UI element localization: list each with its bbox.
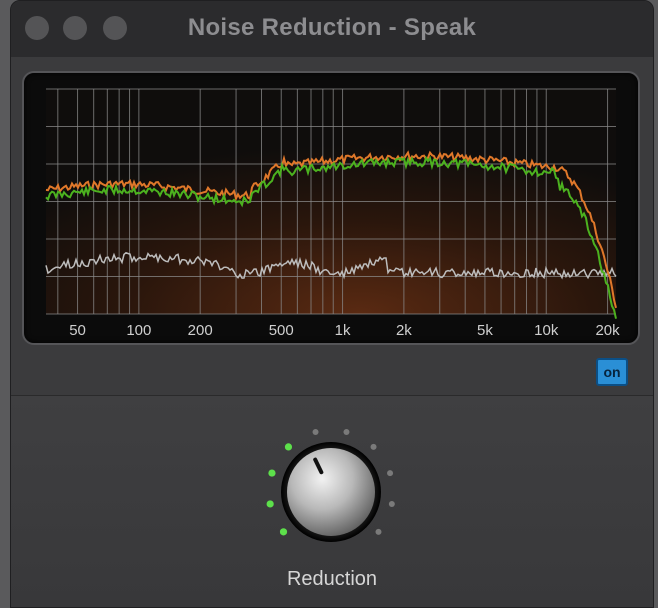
knob-led (268, 469, 276, 477)
frequency-tick-label: 200 (188, 322, 213, 339)
knob-led (387, 470, 394, 477)
plugin-window: Noise Reduction - Speak 50 100 200 500 1k 2k 5… (10, 0, 654, 608)
frequency-tick-label: 2k (396, 322, 412, 339)
reduction-label: Reduction (286, 568, 378, 590)
spectrum-graph: 50 100 200 500 1k 2k 5k 10k 20k (45, 88, 620, 339)
frequency-tick-label: 100 (126, 322, 151, 339)
knob-led (375, 528, 382, 535)
knob-led (279, 528, 288, 536)
spectrum-display: 50 100 200 500 1k 2k 5k 10k 20k (22, 71, 640, 345)
frequency-tick-label: 5k (477, 322, 493, 339)
knob-led (266, 500, 274, 508)
knob-led (343, 428, 350, 435)
knob-led (388, 500, 395, 507)
knob-led (284, 443, 293, 451)
on-toggle-button[interactable]: on (596, 358, 628, 386)
frequency-tick-label: 500 (269, 322, 294, 339)
reduction-knob-area (266, 428, 395, 542)
frequency-axis: 50 100 200 500 1k 2k 5k 10k 20k (69, 322, 620, 339)
frequency-tick-label: 1k (335, 322, 351, 339)
knob-led (370, 443, 377, 450)
window-title: Noise Reduction - Speak (187, 14, 477, 41)
frequency-tick-label: 50 (69, 322, 86, 339)
frequency-tick-label: 10k (534, 322, 559, 339)
reduction-knob[interactable] (287, 448, 375, 536)
title-bar[interactable]: Noise Reduction - Speak (11, 1, 653, 58)
frequency-tick-label: 20k (595, 322, 620, 339)
knob-led (312, 428, 319, 435)
